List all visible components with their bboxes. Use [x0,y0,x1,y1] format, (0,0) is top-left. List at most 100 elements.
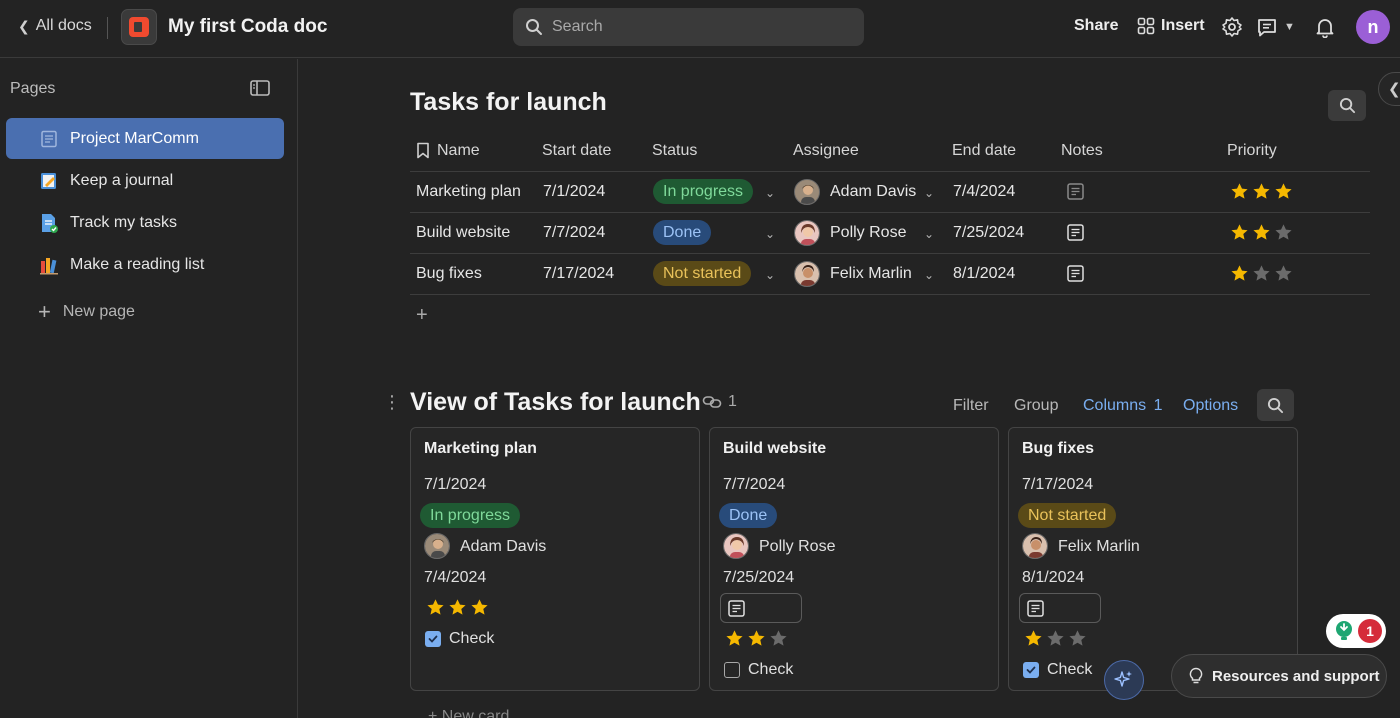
star-filled-icon[interactable] [426,598,445,622]
search-box[interactable] [513,8,864,46]
column-header-name[interactable]: Name [437,142,480,160]
status-badge[interactable]: Done [653,220,712,245]
cell-start-date[interactable]: 7/1/2024 [543,183,605,201]
star-filled-icon[interactable] [1230,264,1249,288]
column-header-assignee[interactable]: Assignee [793,142,859,160]
status-badge[interactable]: Done [719,503,778,528]
sidebar-item-keep-a-journal[interactable]: Keep a journal [6,160,284,201]
status-badge[interactable]: Not started [653,261,752,286]
star-filled-icon[interactable] [448,598,467,622]
coda-logo-icon[interactable] [121,9,157,45]
card-notes-field[interactable] [720,593,802,623]
search-input[interactable] [552,18,842,36]
cell-end-date[interactable]: 8/1/2024 [953,265,1015,283]
insert-button[interactable]: Insert [1137,17,1205,35]
priority-stars[interactable] [1230,264,1293,288]
doc-title[interactable]: My first Coda doc [168,16,327,38]
resources-and-support-button[interactable]: Resources and support [1171,654,1387,698]
new-card-button[interactable]: + New card [428,708,509,718]
chevron-down-icon[interactable]: ⌄ [765,227,775,241]
cell-assignee[interactable]: Adam Davis [830,183,916,201]
status-badge[interactable]: In progress [420,503,521,528]
cell-assignee[interactable]: Polly Rose [830,224,906,242]
priority-stars[interactable] [426,598,489,622]
priority-stars[interactable] [1024,629,1087,653]
table-search-button[interactable] [1328,90,1366,121]
check-checkbox[interactable]: Check [425,630,494,648]
vertical-dots-icon[interactable]: ⋮ [383,392,401,413]
cell-name[interactable]: Build website [416,224,510,242]
star-filled-icon[interactable] [1024,629,1043,653]
star-filled-icon[interactable] [1252,223,1271,247]
gear-icon[interactable] [1221,16,1243,43]
cell-start-date[interactable]: 7/17/2024 [543,265,614,283]
star-empty-icon[interactable] [1252,264,1271,288]
sidebar-toggle-icon[interactable] [250,80,270,101]
card-bug-fixes[interactable]: Bug fixes 7/17/2024 Not started Felix Ma… [1008,427,1298,691]
star-empty-icon[interactable] [1274,223,1293,247]
view-search-button[interactable] [1257,389,1294,421]
chevron-down-icon[interactable]: ⌄ [924,186,934,200]
notes-icon[interactable] [1067,183,1084,200]
sidebar-item-project-marcomm[interactable]: Project MarComm [6,118,284,159]
star-filled-icon[interactable] [470,598,489,622]
ai-assistant-button[interactable] [1104,660,1144,700]
share-button[interactable]: Share [1074,17,1118,35]
notification-badge[interactable]: 1 [1326,614,1386,648]
star-filled-icon[interactable] [1230,223,1249,247]
column-header-status[interactable]: Status [652,142,697,160]
table-title[interactable]: Tasks for launch [410,88,607,117]
card-notes-field[interactable] [1019,593,1101,623]
add-row-button[interactable]: + [416,304,428,327]
chevron-down-icon[interactable]: ⌄ [924,268,934,282]
cell-assignee[interactable]: Felix Marlin [830,265,912,283]
star-empty-icon[interactable] [1274,264,1293,288]
user-avatar[interactable]: n [1356,10,1390,44]
cell-end-date[interactable]: 7/4/2024 [953,183,1015,201]
priority-stars[interactable] [725,629,788,653]
priority-stars[interactable] [1230,182,1293,206]
star-filled-icon[interactable] [747,629,766,653]
cell-name[interactable]: Bug fixes [416,265,482,283]
all-docs-link[interactable]: ❮ All docs [18,17,92,35]
check-checkbox[interactable]: Check [1023,661,1092,679]
column-header-start-date[interactable]: Start date [542,142,611,160]
chevron-down-icon[interactable]: ⌄ [765,268,775,282]
comments-button[interactable]: ▼ [1256,16,1295,38]
cell-name[interactable]: Marketing plan [416,183,521,201]
cell-end-date[interactable]: 7/25/2024 [953,224,1024,242]
avatar-polly-rose [794,220,820,246]
options-button[interactable]: Options [1183,397,1238,415]
star-empty-icon[interactable] [769,629,788,653]
star-filled-icon[interactable] [1252,182,1271,206]
star-empty-icon[interactable] [1068,629,1087,653]
notes-icon[interactable] [1067,265,1084,282]
chevron-down-icon[interactable]: ⌄ [765,186,775,200]
notes-icon[interactable] [1067,224,1084,241]
columns-button[interactable]: Columns 1 [1083,397,1163,415]
sidebar-item-make-a-reading-list[interactable]: Make a reading list [6,244,284,285]
status-badge[interactable]: In progress [653,179,754,204]
view-title[interactable]: View of Tasks for launch [410,388,701,417]
star-filled-icon[interactable] [1230,182,1249,206]
chevron-down-icon[interactable]: ⌄ [924,227,934,241]
card-marketing-plan[interactable]: Marketing plan 7/1/2024 In progress Adam… [410,427,700,691]
star-empty-icon[interactable] [1046,629,1065,653]
linked-views[interactable]: 1 [702,393,737,411]
filter-button[interactable]: Filter [953,397,989,415]
card-build-website[interactable]: Build website 7/7/2024 Done Polly Rose 7… [709,427,999,691]
column-header-notes[interactable]: Notes [1061,142,1103,160]
new-page-button[interactable]: + New page [38,301,135,323]
column-header-priority[interactable]: Priority [1227,142,1277,160]
star-filled-icon[interactable] [725,629,744,653]
star-filled-icon[interactable] [1274,182,1293,206]
cell-start-date[interactable]: 7/7/2024 [543,224,605,242]
sidebar-item-track-my-tasks[interactable]: Track my tasks [6,202,284,243]
card-title: Bug fixes [1022,440,1095,457]
check-checkbox[interactable]: Check [724,661,793,679]
group-button[interactable]: Group [1014,397,1058,415]
bell-icon[interactable] [1314,16,1336,43]
column-header-end-date[interactable]: End date [952,142,1016,160]
priority-stars[interactable] [1230,223,1293,247]
status-badge[interactable]: Not started [1018,503,1117,528]
